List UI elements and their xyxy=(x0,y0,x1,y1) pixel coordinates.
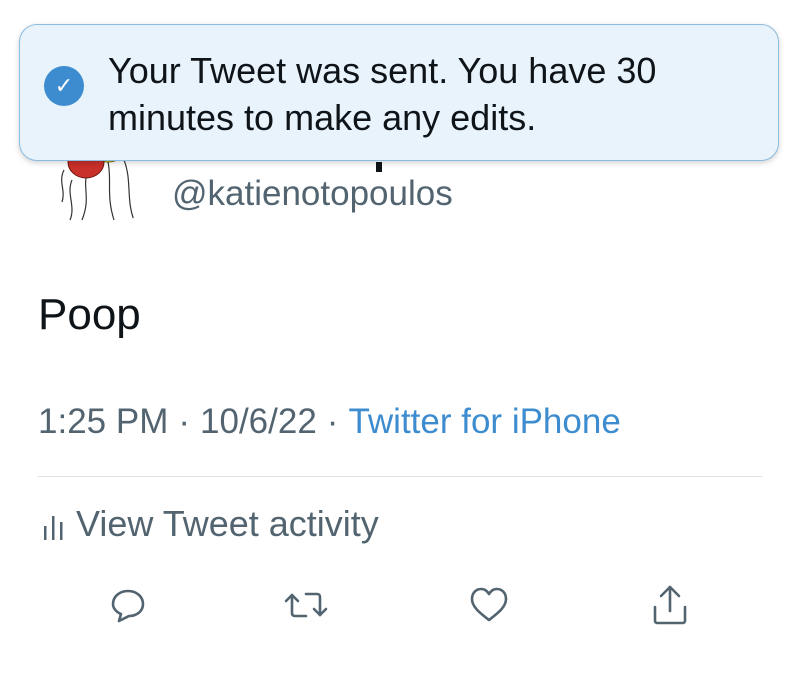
meta-separator: · xyxy=(178,402,191,441)
meta-separator: · xyxy=(326,402,339,441)
bar-chart-icon xyxy=(44,516,63,540)
share-icon xyxy=(653,585,687,625)
tweet-meta: 1:25 PM · 10/6/22 · Twitter for iPhone xyxy=(38,402,621,442)
tweet-date: 10/6/22 xyxy=(200,402,317,441)
view-tweet-activity-label: View Tweet activity xyxy=(76,503,379,544)
tweet-source-link[interactable]: Twitter for iPhone xyxy=(348,402,620,441)
heart-icon xyxy=(470,587,508,622)
share-button[interactable] xyxy=(647,582,693,628)
reply-button[interactable] xyxy=(105,582,151,628)
view-tweet-activity-button[interactable]: View Tweet activity xyxy=(40,503,379,545)
tweet-text: Poop xyxy=(38,290,141,339)
tweet-time: 1:25 PM xyxy=(38,402,169,441)
like-button[interactable] xyxy=(466,582,512,628)
check-icon: ✓ xyxy=(44,66,84,106)
reply-icon xyxy=(111,589,145,623)
display-name-fragment xyxy=(376,162,382,172)
divider xyxy=(38,476,762,477)
user-handle[interactable]: @katienotopoulos xyxy=(172,174,453,214)
tweet-actions xyxy=(0,582,800,632)
retweet-button[interactable] xyxy=(283,582,329,628)
tweet-sent-toast[interactable]: ✓ Your Tweet was sent. You have 30 minut… xyxy=(19,24,779,161)
toast-message: Your Tweet was sent. You have 30 minutes… xyxy=(108,50,657,138)
retweet-icon xyxy=(284,592,328,618)
